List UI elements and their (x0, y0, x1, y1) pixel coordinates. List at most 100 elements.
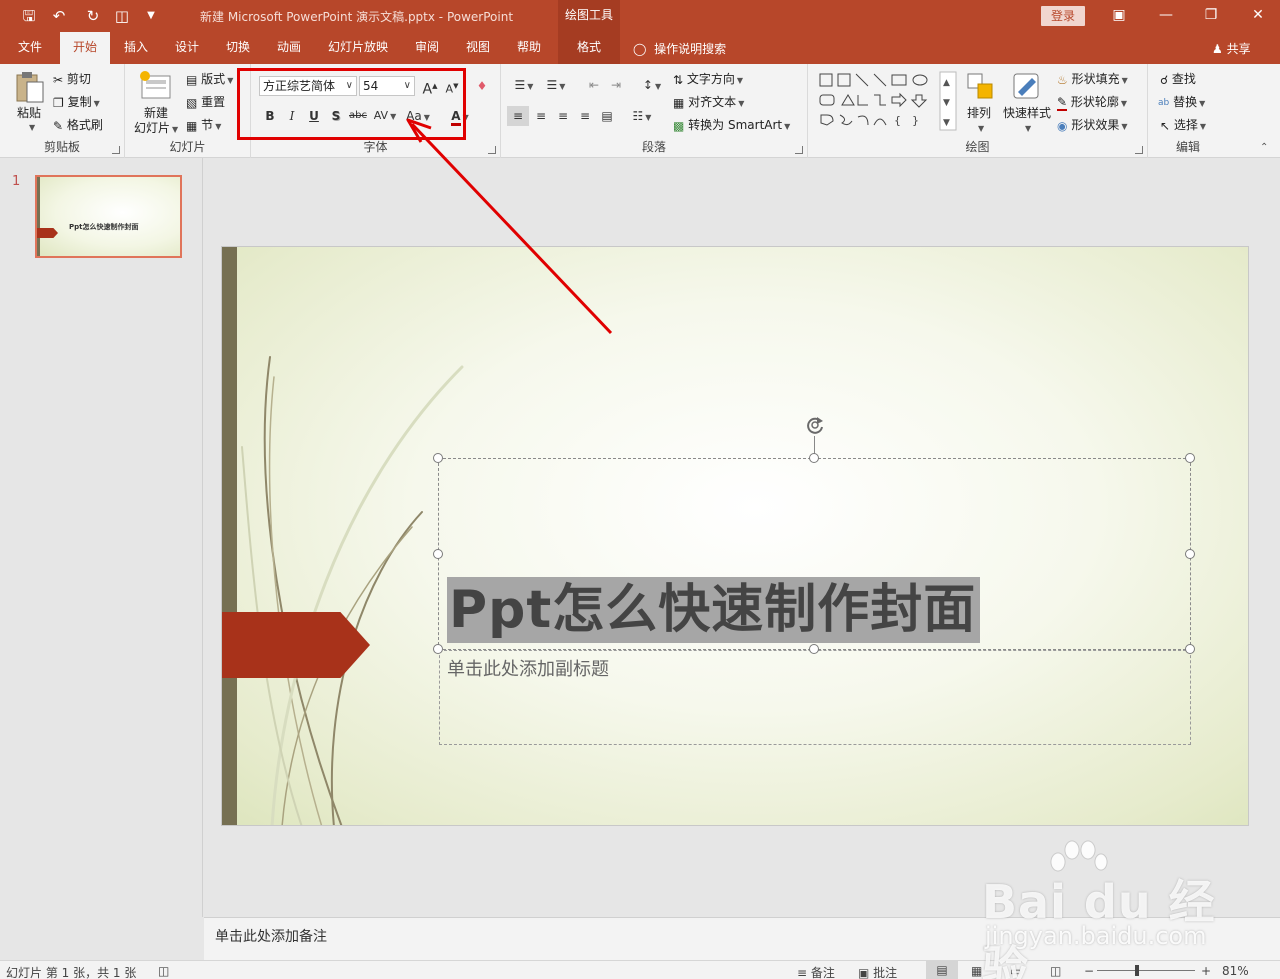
shape-fill-button[interactable]: ♨ 形状填充 ▼ (1057, 70, 1128, 87)
italic-button[interactable]: I (281, 106, 303, 126)
font-launcher-icon[interactable] (488, 146, 496, 154)
spellcheck-icon[interactable]: ◫ (158, 964, 169, 978)
find-button[interactable]: ☌ 查找 (1160, 70, 1196, 87)
select-button[interactable]: ↖ 选择 ▼ (1160, 116, 1206, 133)
underline-button[interactable]: U (303, 106, 325, 126)
present-icon[interactable]: ◫ (111, 6, 133, 26)
rotate-handle-icon[interactable] (803, 413, 827, 437)
resize-handle-tl[interactable] (433, 453, 443, 463)
shapes-gallery[interactable]: {} ▲ ▼ ▼ (818, 71, 966, 131)
resize-handle-mr[interactable] (1185, 549, 1195, 559)
paragraph-launcher-icon[interactable] (795, 146, 803, 154)
zoom-level[interactable]: 81% (1222, 964, 1249, 978)
arrange-dropdown[interactable]: ▼ (976, 120, 984, 134)
format-painter-button[interactable]: ✎ 格式刷 (53, 116, 103, 133)
cut-button[interactable]: ✂ 剪切 (53, 70, 91, 87)
tell-me-search[interactable]: ◯ 操作说明搜索 (633, 40, 726, 57)
tab-slideshow[interactable]: 幻灯片放映 (322, 32, 394, 64)
strikethrough-button[interactable]: abc (347, 106, 369, 126)
save-icon[interactable]: 🖫 (18, 6, 40, 26)
char-spacing-button[interactable]: AV ▼ (371, 106, 399, 126)
notes-button[interactable]: ≡ 备注 (797, 964, 835, 979)
tab-transitions[interactable]: 切换 (216, 32, 260, 64)
comments-button[interactable]: ▣ 批注 (858, 964, 897, 979)
ribbon-display-icon[interactable]: ▣ (1104, 4, 1134, 26)
tab-format[interactable]: 格式 (558, 32, 620, 64)
tab-home[interactable]: 开始 (60, 32, 110, 64)
resize-handle-ml[interactable] (433, 549, 443, 559)
drawing-launcher-icon[interactable] (1135, 146, 1143, 154)
numbering-button[interactable]: ☰ ▼ (541, 75, 571, 95)
smartart-button[interactable]: ▩ 转换为 SmartArt ▼ (673, 116, 790, 133)
normal-view-button[interactable]: ▤ (926, 961, 958, 979)
login-button[interactable]: 登录 (1041, 6, 1085, 26)
align-left-button[interactable]: ≡ (507, 106, 529, 126)
align-text-button[interactable]: ▦ 对齐文本 ▼ (673, 93, 744, 110)
customize-qa-icon[interactable]: ▼ (140, 6, 162, 26)
arrange-button[interactable]: 排列 (967, 104, 991, 121)
arrange-icon[interactable] (966, 72, 996, 102)
tab-insert[interactable]: 插入 (114, 32, 158, 64)
close-icon[interactable]: ✕ (1243, 4, 1273, 26)
slide-title-text[interactable]: Ppt怎么快速制作封面 (447, 577, 981, 643)
new-slide-icon[interactable] (138, 70, 172, 100)
resize-handle-bl[interactable] (433, 644, 443, 654)
increase-indent-button[interactable]: ⇥ (605, 75, 627, 95)
shape-outline-button[interactable]: ✎ 形状轮廓 ▼ (1057, 93, 1127, 111)
layout-button[interactable]: ▤ 版式 ▼ (186, 70, 233, 87)
share-button[interactable]: ♟ 共享 (1212, 40, 1251, 57)
tab-review[interactable]: 审阅 (405, 32, 449, 64)
watermark-url: jingyan.baidu.com (985, 922, 1207, 950)
resize-handle-tr[interactable] (1185, 453, 1195, 463)
clipboard-launcher-icon[interactable] (112, 146, 120, 154)
quick-styles-dropdown[interactable]: ▼ (1023, 120, 1031, 134)
line-spacing-button[interactable]: ↕ ▼ (637, 75, 667, 95)
slide-thumbnail[interactable]: Ppt怎么快速制作封面 (35, 175, 182, 258)
reset-button[interactable]: ▧ 重置 (186, 93, 225, 110)
paste-dropdown[interactable]: ▼ (27, 119, 35, 133)
bold-button[interactable]: B (259, 106, 281, 126)
minimize-icon[interactable]: — (1151, 4, 1181, 26)
text-direction-button[interactable]: ⇅ 文字方向 ▼ (673, 70, 743, 87)
copy-button[interactable]: ❐ 复制 ▼ (53, 93, 100, 110)
shape-effects-button[interactable]: ◉ 形状效果 ▼ (1057, 116, 1127, 133)
align-center-button[interactable]: ≡ (530, 106, 552, 126)
tab-help[interactable]: 帮助 (507, 32, 551, 64)
resize-handle-tm[interactable] (809, 453, 819, 463)
quick-styles-button[interactable]: 快速样式 (1003, 104, 1051, 121)
resize-handle-bm[interactable] (809, 644, 819, 654)
font-size-combo[interactable]: 54 ∨ (359, 76, 415, 96)
tab-animations[interactable]: 动画 (267, 32, 311, 64)
shrink-font-button[interactable]: A▼ (441, 76, 463, 96)
new-slide-button[interactable]: 幻灯片 ▼ (134, 119, 178, 136)
slide-subtitle-text[interactable]: 单击此处添加副标题 (447, 655, 609, 681)
collapse-ribbon-icon[interactable]: ⌃ (1260, 142, 1268, 153)
distributed-button[interactable]: ▤ (596, 106, 618, 126)
redo-icon[interactable]: ↻ (82, 6, 104, 26)
shadow-button[interactable]: S (325, 106, 347, 126)
shrink-font-label: A (445, 82, 454, 96)
justify-button[interactable]: ≡ (574, 106, 596, 126)
maximize-icon[interactable]: ❐ (1196, 4, 1226, 26)
replace-button[interactable]: ab 替换 ▼ (1158, 93, 1205, 110)
decrease-indent-button[interactable]: ⇤ (583, 75, 605, 95)
align-right-button[interactable]: ≡ (552, 106, 574, 126)
font-name-combo[interactable]: 方正综艺简体 ∨ (259, 76, 357, 96)
tab-design[interactable]: 设计 (165, 32, 209, 64)
font-color-button[interactable]: A ▼ (445, 106, 475, 126)
change-case-button[interactable]: Aa ▼ (403, 106, 433, 126)
section-button[interactable]: ▦ 节 ▼ (186, 116, 221, 133)
indent-icon: ⇥ (610, 78, 622, 92)
tab-file[interactable]: 文件 (8, 32, 52, 64)
columns-button[interactable]: ☷ ▼ (627, 106, 657, 126)
drawing-label: 绘图 (965, 140, 990, 154)
bullets-button[interactable]: ☰ ▼ (509, 75, 539, 95)
sorter-view-button[interactable]: ▦ (971, 964, 982, 978)
quick-styles-icon[interactable] (1010, 70, 1042, 102)
tab-view[interactable]: 视图 (456, 32, 500, 64)
undo-icon[interactable]: ↶ (48, 6, 70, 26)
clear-format-button[interactable]: ♦ (471, 76, 493, 96)
grow-font-button[interactable]: A▲ (419, 76, 441, 98)
resize-handle-br[interactable] (1185, 644, 1195, 654)
paste-icon[interactable] (14, 70, 46, 104)
